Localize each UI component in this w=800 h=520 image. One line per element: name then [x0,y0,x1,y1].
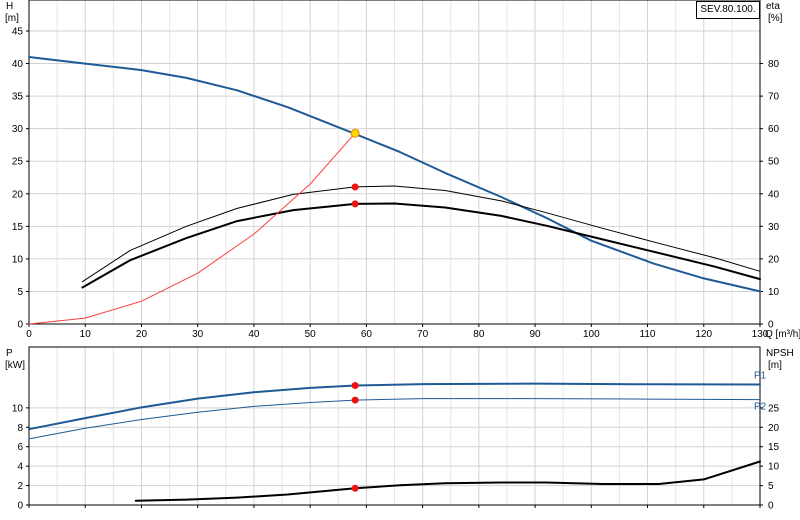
y-right-tick-label: 20 [768,423,780,434]
y-left-axis-label: H [6,1,13,12]
y-left-tick-label: 2 [17,481,23,492]
x-tick-label: 120 [695,329,712,340]
panel-1: 0 2 4 6 8 10 0 5 10 15 20 25 P[kW] NPSH[m]P1 P2 [5,346,794,512]
y-right-axis-unit: [m] [768,360,782,371]
series-line-npsh [134,460,761,502]
y-right-tick-label: 0 [768,501,774,512]
duty-point [351,484,359,492]
x-tick-label: 10 [80,329,92,340]
x-tick-label: 100 [583,329,600,340]
series-line-system-curve [28,132,356,325]
y-left-tick-label: 10 [12,254,24,265]
y-left-tick-label: 8 [17,423,23,434]
y-left-axis-unit: [m] [5,13,19,24]
duty-point [351,382,359,390]
gridlines [28,0,761,325]
y-right-axis-label: NPSH [766,348,794,359]
series-line-eta-lower [81,202,761,289]
y-left-axis-unit: [kW] [5,360,25,371]
x-tick-label: 110 [640,329,656,340]
x-tick-label: 30 [192,329,204,340]
x-tick-label: 0 [26,329,32,340]
y-left-tick-label: 5 [17,287,23,298]
y-left-tick-label: 35 [12,92,24,103]
x-tick-label: 50 [305,329,317,340]
y-right-tick-label: 50 [768,157,780,168]
duty-point [351,183,359,191]
x-tick-label: 20 [136,329,148,340]
y-right-tick-label: 40 [768,189,780,200]
y-right-axis-label: eta [766,1,780,12]
x-tick-label: 60 [361,329,373,340]
y-left-tick-label: 4 [17,462,23,473]
pump-curve-chart: 0 5 10 15 20 25 30 35 40 45 0 10 20 30 40 50 60 70 80 H [m] e… [0,0,800,520]
series-line-eta-upper [81,185,761,283]
y-right-axis-unit: [%] [768,13,783,24]
chart-canvas: 05101520253035404501020304050607080H[m]e… [5,0,800,512]
y-right-tick-label: 60 [768,124,780,135]
y-left-tick-label: 0 [17,501,23,512]
y-left-tick-label: 6 [17,442,23,453]
y-right-tick-label: 10 [768,462,780,473]
y-right-tick-label: 5 [768,481,774,492]
x-tick-label: 80 [473,329,485,340]
y-left-tick-label: 45 [12,27,24,38]
panel-0: 0 5 10 15 20 25 30 35 40 45 0 10 20 30 40 50 60 70 80 H[m] e… [5,0,800,340]
gridlines [28,347,761,506]
x-tick-label: 90 [530,329,542,340]
y-left-tick-label: 30 [12,124,24,135]
duty-point [351,396,359,404]
y-left-tick-label: 0 [17,320,23,331]
y-left-tick-label: 40 [12,59,24,70]
x-tick-label: 40 [248,329,260,340]
y-right-tick-label: 80 [768,59,780,70]
duty-point [351,200,359,208]
y-right-tick-label: 20 [768,254,780,265]
pump-model-label: SEV.80.100. [696,1,760,19]
y-left-tick-label: 20 [12,189,24,200]
duty-point [350,128,360,138]
y-right-tick-label: 30 [768,222,780,233]
x-tick-label: 70 [417,329,429,340]
y-left-tick-label: 10 [12,403,24,414]
y-right-tick-label: 25 [768,403,780,414]
y-right-tick-label: 70 [768,92,780,103]
y-left-axis-label: P [6,348,13,359]
x-axis-label: Q [m³/h] [765,329,800,340]
series-label-P2: P2 [754,402,767,413]
series-label-P1: P1 [754,371,767,382]
y-right-tick-label: 10 [768,287,780,298]
y-left-tick-label: 25 [12,157,24,168]
y-right-tick-label: 15 [768,442,780,453]
y-left-tick-label: 15 [12,222,24,233]
